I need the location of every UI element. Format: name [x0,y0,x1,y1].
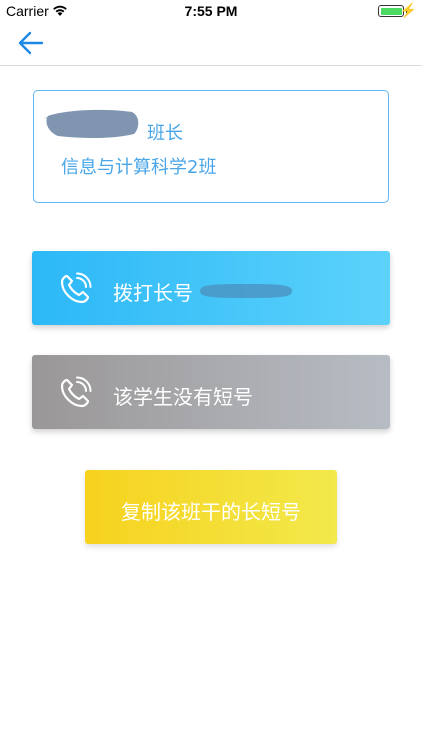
role-label: 班长 [147,123,183,144]
screen: Carrier 7:55 PM ⚡ 班长 信息与计算科学2班 拨打长号 该学生没… [0,0,422,750]
no-short-number-label: 该学生没有短号 [113,385,253,409]
status-bar: Carrier 7:55 PM ⚡ [0,0,422,22]
status-time: 7:55 PM [184,3,238,19]
phone-icon [60,376,92,408]
nav-bar [0,22,422,66]
phone-icon [60,272,92,304]
class-name-label: 信息与计算科学2班 [61,157,217,178]
call-long-number-button[interactable]: 拨打长号 [32,251,390,325]
redacted-name [44,109,139,139]
redacted-phone-number [200,284,292,298]
back-arrow-icon[interactable] [16,28,46,58]
charging-icon: ⚡ [399,2,417,18]
no-short-number-button[interactable]: 该学生没有短号 [32,355,390,429]
copy-button-label: 复制该班干的长短号 [121,500,301,524]
copy-numbers-button[interactable]: 复制该班干的长短号 [85,470,337,544]
call-button-label: 拨打长号 [113,281,193,305]
leader-info-card: 班长 信息与计算科学2班 [33,90,389,203]
